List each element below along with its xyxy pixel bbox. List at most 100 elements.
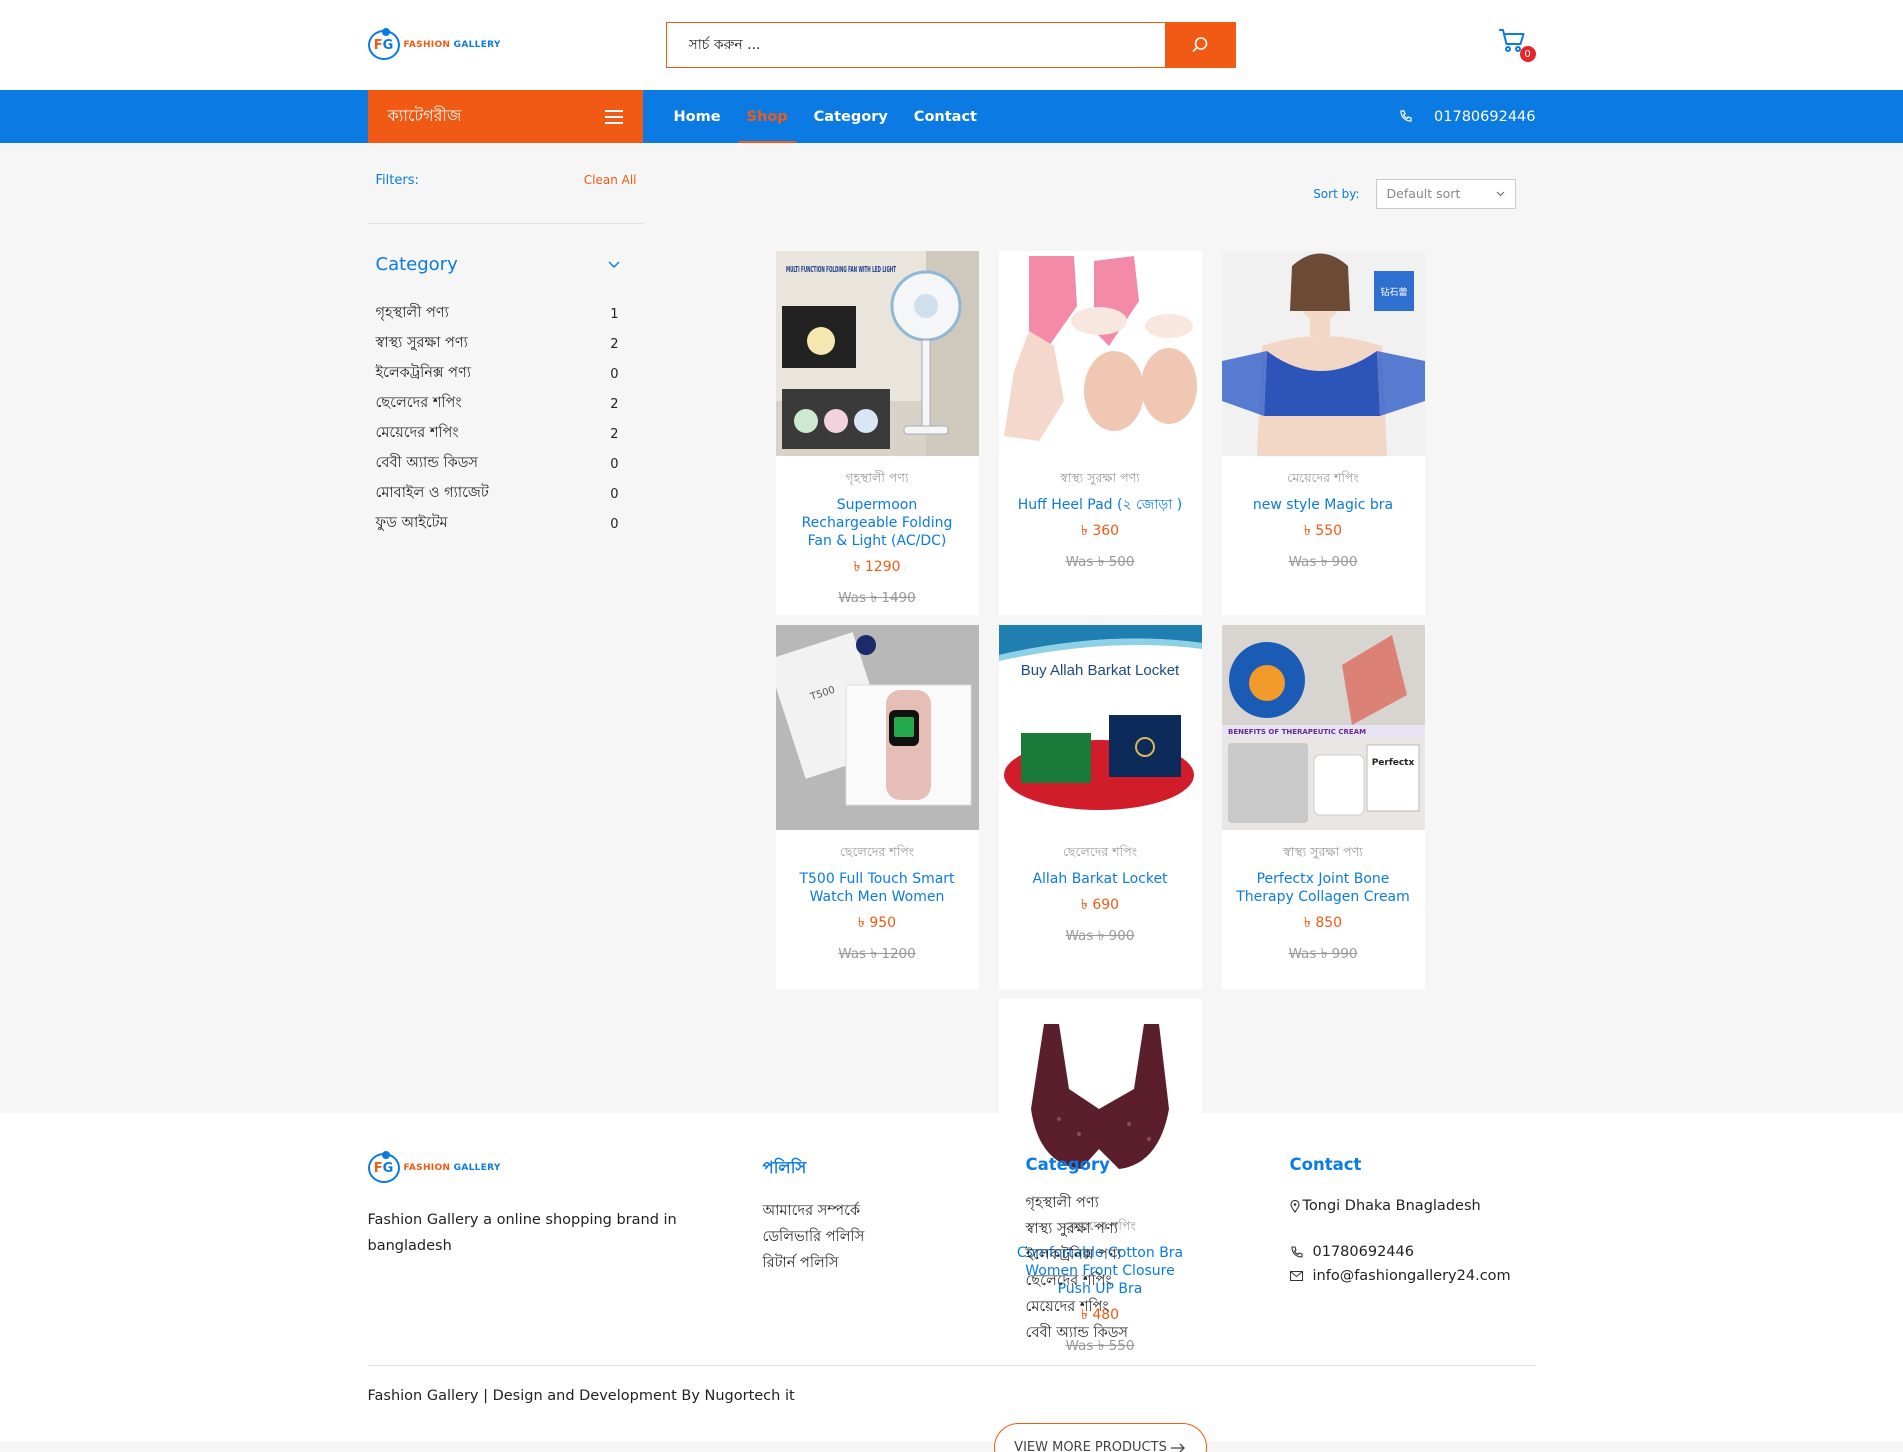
product-old-price: Was ৳ 1490 [838, 590, 916, 606]
product-category: স্বাস্থ্য সুরক্ষা পণ্য [1283, 844, 1363, 859]
hamburger-icon [604, 109, 623, 124]
footer-contact-title: Contact [1289, 1155, 1362, 1174]
category-filter-list: গৃহস্থালী পণ্য 1 স্বাস্থ্য সুরক্ষা পণ্য 2 … [368, 299, 644, 539]
footer-link[interactable]: মেয়েদের শপিং [1026, 1294, 1290, 1320]
footer-copyright: Fashion Gallery | Design and Development… [367, 1365, 1536, 1404]
product-card[interactable]: Buy Allah Barkat Locket ছেলেদের শপিং All… [998, 625, 1202, 989]
categories-menu-button[interactable]: ক্যাটেগরীজ [367, 90, 643, 143]
chevron-down-icon [1496, 191, 1504, 196]
category-filter-item[interactable]: ছেলেদের শপিং 2 [368, 389, 644, 419]
footer-logo[interactable]: FG FASHION GALLERY [367, 1151, 666, 1183]
product-image[interactable]: BENEFITS OF THERAPEUTIC CREAM Perfectx [1221, 625, 1425, 830]
nav-home[interactable]: Home [674, 90, 721, 143]
svg-text:钻石蕾: 钻石蕾 [1380, 286, 1407, 298]
main-navbar: ক্যাটেগরীজ Home Shop Category Contact 01… [0, 90, 1903, 143]
phone-icon [1400, 110, 1412, 122]
footer-about: FG FASHION GALLERY Fashion Gallery a onl… [367, 1151, 763, 1346]
mail-icon [1289, 1271, 1303, 1281]
site-footer: FG FASHION GALLERY Fashion Gallery a onl… [0, 1113, 1903, 1441]
category-filter-item[interactable]: ইলেকট্রনিক্স পণ্য 0 [368, 359, 644, 389]
phone-icon [1290, 1245, 1303, 1258]
filter-sidebar: Filters: Clean All Category গৃহস্থালী পণ… [367, 165, 644, 1113]
footer-policy: পলিসি আমাদের সম্পর্কে ডেলিভারি পলিসি রিট… [763, 1153, 1026, 1346]
footer-categories: Category গৃহস্থালী পণ্য স্বাস্থ্য সুরক্ষ… [1026, 1153, 1290, 1346]
product-old-price: Was ৳ 1200 [838, 946, 916, 962]
nav-contact[interactable]: Contact [914, 90, 977, 143]
product-name[interactable]: T500 Full Touch Smart Watch Men Women [790, 870, 965, 906]
footer-link[interactable]: আমাদের সম্পর্কে [763, 1198, 1026, 1224]
footer-link[interactable]: বেবী অ্যান্ড কিডস [1026, 1320, 1290, 1346]
sort-select[interactable]: Default sort [1375, 178, 1516, 209]
cart-button[interactable]: 0 [1498, 28, 1536, 62]
product-price: ৳ 850 [1303, 915, 1343, 931]
product-name[interactable]: Allah Barkat Locket [1013, 870, 1188, 888]
category-filter-item[interactable]: মেয়েদের শপিং 2 [368, 419, 644, 449]
category-filter-item[interactable]: স্বাস্থ্য সুরক্ষা পণ্য 2 [368, 329, 644, 359]
logo-text: FASHION GALLERY [403, 1163, 501, 1173]
product-price: ৳ 550 [1303, 523, 1343, 539]
product-image[interactable]: Buy Allah Barkat Locket [998, 625, 1202, 830]
product-image[interactable]: 钻石蕾 [1221, 251, 1425, 456]
filters-header: Filters: Clean All [367, 165, 644, 224]
categories-menu-label: ক্যাটেগরীজ [387, 106, 462, 125]
product-category: স্বাস্থ্য সুরক্ষা পণ্য [1060, 470, 1140, 485]
product-price: ৳ 950 [857, 915, 897, 931]
product-price: ৳ 1290 [853, 559, 901, 575]
top-header: FG FASHION GALLERY 0 [0, 0, 1903, 90]
footer-link[interactable]: ডেলিভারি পলিসি [763, 1224, 1026, 1250]
svg-text:BENEFITS OF THERAPEUTIC CREAM: BENEFITS OF THERAPEUTIC CREAM [1228, 728, 1366, 736]
search-bar [665, 22, 1236, 68]
footer-phone[interactable]: 01780692446 [1290, 1244, 1511, 1260]
category-filter-toggle[interactable]: Category [368, 224, 644, 275]
product-image[interactable]: MULTI FUNCTION FOLDING FAN WITH LED LIGH… [775, 251, 979, 456]
product-category: ছেলেদের শপিং [1062, 844, 1138, 859]
product-category: ছেলেদের শপিং [839, 844, 915, 859]
site-logo[interactable]: FG FASHION GALLERY [367, 28, 666, 60]
nav-shop[interactable]: Shop [738, 90, 796, 143]
product-card[interactable]: BENEFITS OF THERAPEUTIC CREAM Perfectx স… [1221, 625, 1425, 989]
svg-text:MULTI FUNCTION FOLDING FAN WIT: MULTI FUNCTION FOLDING FAN WITH LED LIGH… [786, 265, 896, 274]
search-icon [1191, 37, 1207, 53]
footer-policy-title: পলিসি [762, 1158, 807, 1177]
nav-category[interactable]: Category [814, 90, 888, 143]
sort-bar: Sort by: Default sort [665, 168, 1536, 219]
category-filter-item[interactable]: মোবাইল ও গ্যাজেট 0 [368, 479, 644, 509]
footer-category-title: Category [1025, 1155, 1110, 1174]
footer-link[interactable]: স্বাস্থ্য সুরক্ষা পণ্য [1026, 1216, 1290, 1242]
product-image[interactable]: T500 [775, 625, 979, 830]
product-old-price: Was ৳ 990 [1288, 946, 1358, 962]
search-input[interactable] [666, 23, 1165, 67]
product-name[interactable]: Perfectx Joint Bone Therapy Collagen Cre… [1236, 870, 1411, 906]
sort-label: Sort by: [1313, 186, 1360, 201]
product-price: ৳ 360 [1080, 523, 1120, 539]
nav-phone-number: 01780692446 [1434, 108, 1536, 125]
footer-link[interactable]: রিটার্ন পলিসি [763, 1250, 1026, 1276]
product-card[interactable]: 钻石蕾 মেয়েদের শপিং new style Magic bra ৳ … [1221, 251, 1425, 615]
logo-text: FASHION GALLERY [403, 40, 501, 50]
product-name[interactable]: Huff Heel Pad (২ জোড়া ) [1013, 496, 1188, 514]
product-card[interactable]: স্বাস্থ্য সুরক্ষা পণ্য Huff Heel Pad (২ … [998, 251, 1202, 615]
footer-link[interactable]: ছেলেদের শপিং [1026, 1268, 1290, 1294]
footer-link[interactable]: ইলেকট্রনিক্স পণ্য [1026, 1242, 1290, 1268]
chevron-down-icon [608, 261, 619, 268]
product-name[interactable]: new style Magic bra [1236, 496, 1411, 514]
nav-phone[interactable]: 01780692446 [1399, 108, 1536, 125]
product-name[interactable]: Supermoon Rechargeable Folding Fan & Lig… [790, 496, 965, 550]
category-filter-item[interactable]: বেবী অ্যান্ড কিডস 0 [368, 449, 644, 479]
clear-all-link[interactable]: Clean All [584, 173, 637, 223]
filters-label: Filters: [375, 173, 419, 188]
product-category: মেয়েদের শপিং [1287, 470, 1359, 485]
category-filter-item[interactable]: ফুড আইটেম 0 [368, 509, 644, 539]
footer-contact: Contact Tongi Dhaka Bnagladesh 017806924… [1289, 1153, 1511, 1346]
search-button[interactable] [1164, 23, 1235, 67]
footer-email[interactable]: info@fashiongallery24.com [1289, 1268, 1511, 1284]
product-card[interactable]: T500 ছেলেদের শপিং T500 Full Touch Smart … [775, 625, 979, 989]
footer-address: Tongi Dhaka Bnagladesh [1289, 1198, 1511, 1214]
product-price: ৳ 690 [1080, 897, 1120, 913]
category-filter-item[interactable]: গৃহস্থালী পণ্য 1 [368, 299, 644, 329]
shop-main: Filters: Clean All Category গৃহস্থালী পণ… [367, 143, 1536, 1452]
product-image[interactable] [998, 251, 1202, 456]
product-card[interactable]: MULTI FUNCTION FOLDING FAN WITH LED LIGH… [775, 251, 979, 615]
arrow-right-icon [1170, 1443, 1185, 1452]
footer-link[interactable]: গৃহস্থালী পণ্য [1026, 1190, 1290, 1216]
